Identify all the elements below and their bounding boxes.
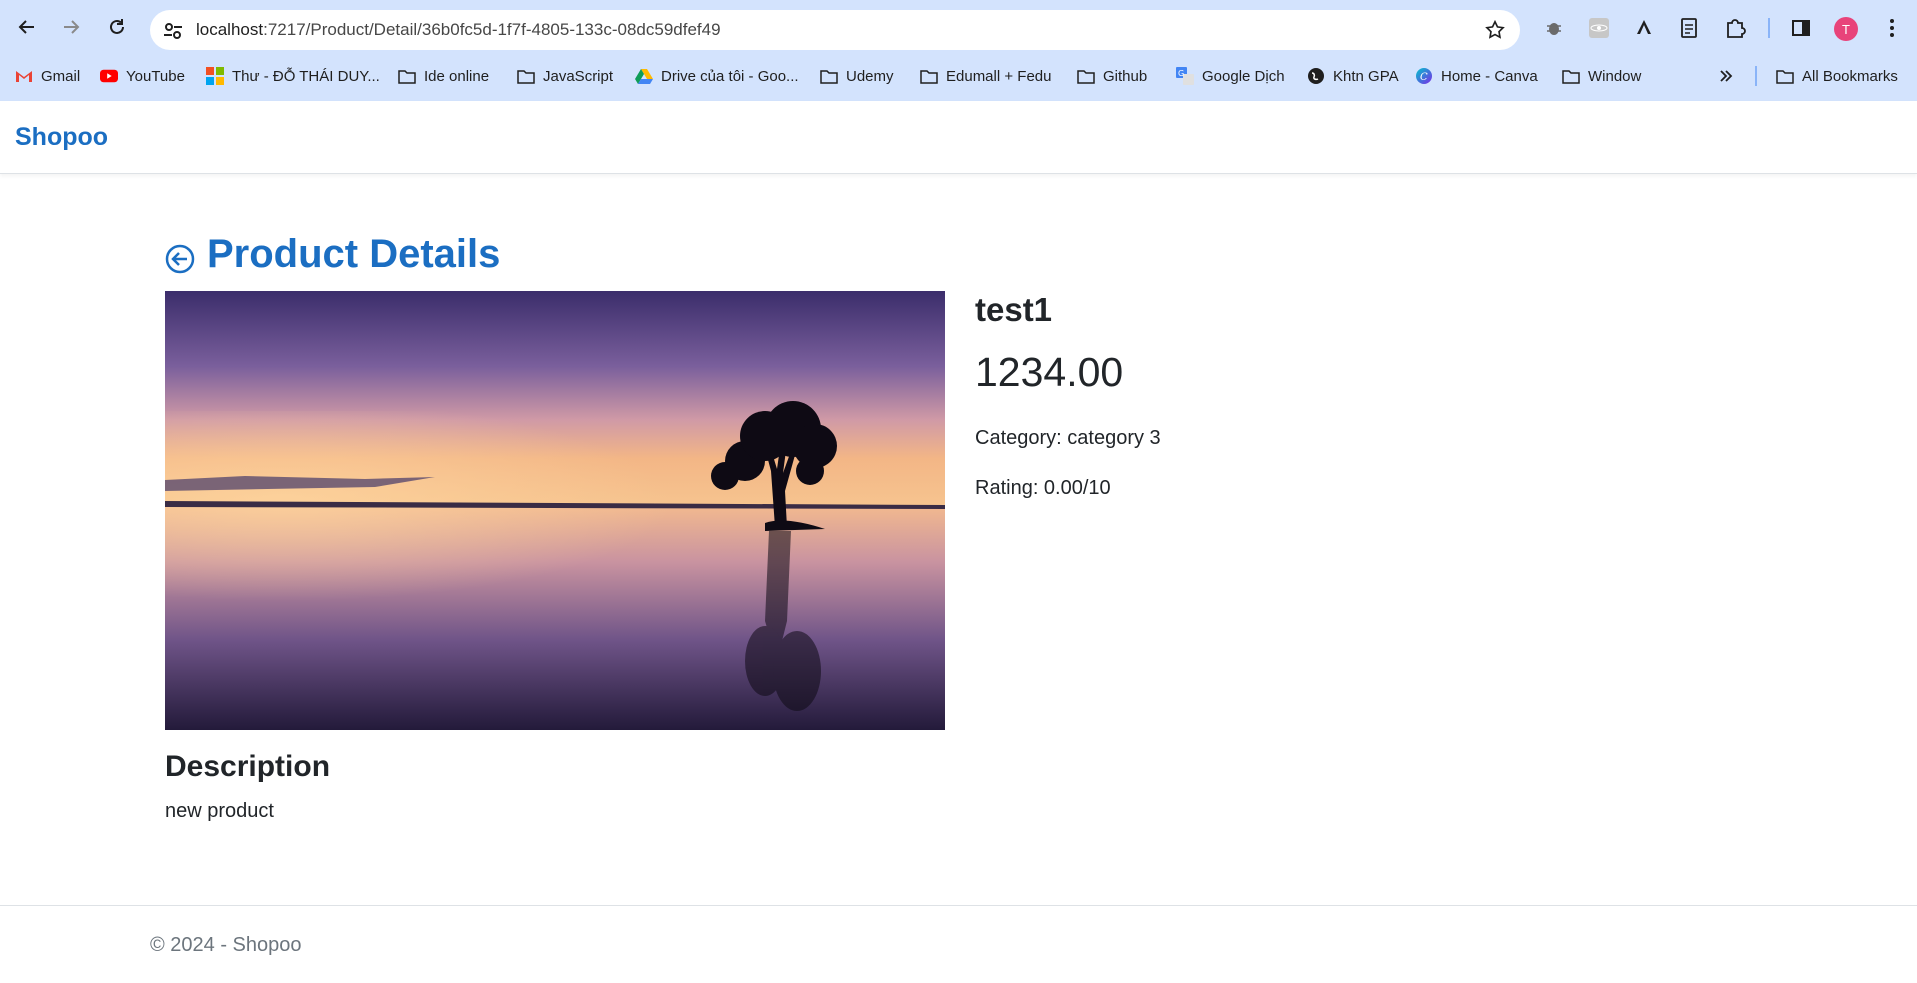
menu-kebab-icon[interactable]	[1880, 16, 1904, 40]
side-panel-icon[interactable]	[1789, 16, 1813, 40]
bookmark-label: Gmail	[41, 67, 81, 85]
footer: © 2024 - Shopoo	[0, 905, 1917, 983]
product-name: test1	[975, 291, 1053, 328]
bookmark-khtn-gpa[interactable]: Khtn GPA	[1307, 62, 1399, 90]
gmail-icon	[15, 67, 33, 85]
bookmark-label: Google Dịch	[1202, 67, 1285, 85]
svg-text:G: G	[1178, 69, 1184, 78]
profile-avatar[interactable]: T	[1834, 17, 1858, 41]
react-extension-icon[interactable]	[1587, 16, 1611, 40]
description-text: new product	[165, 800, 274, 822]
url-text[interactable]: localhost:7217/Product/Detail/36b0fc5d-1…	[196, 20, 721, 40]
folder-icon	[820, 67, 838, 85]
url-host: localhost	[196, 20, 264, 39]
bookmark-ide-online[interactable]: Ide online	[398, 62, 489, 90]
bookmark-github[interactable]: Github	[1077, 62, 1147, 90]
bookmark-label: Window	[1588, 67, 1642, 85]
folder-icon	[920, 67, 938, 85]
toolbar-divider	[1768, 18, 1770, 38]
folder-icon	[517, 67, 535, 85]
address-bar[interactable]: localhost:7217/Product/Detail/36b0fc5d-1…	[150, 10, 1520, 50]
more-bookmarks-chevron-icon[interactable]	[1718, 62, 1734, 90]
bookmark-label: YouTube	[126, 67, 185, 85]
bookmark-label: Thư - ĐỖ THÁI DUY...	[232, 67, 380, 85]
all-bookmarks[interactable]: All Bookmarks	[1776, 62, 1898, 90]
bookmark-google-translate[interactable]: G Google Dịch	[1176, 62, 1285, 90]
bookmark-gmail[interactable]: Gmail	[15, 62, 80, 90]
translate-icon: G	[1176, 67, 1194, 85]
bug-extension-icon[interactable]	[1542, 16, 1566, 40]
bookmark-label: Khtn GPA	[1333, 67, 1399, 85]
bookmark-label: Udemy	[846, 67, 894, 85]
bookmark-label: Drive của tôi - Goo...	[661, 67, 799, 85]
page-title: Product Details	[207, 232, 501, 276]
forward-icon[interactable]	[56, 12, 86, 42]
bookmark-star-icon[interactable]	[1484, 19, 1506, 46]
folder-icon	[1077, 67, 1095, 85]
product-category: Category: category 3	[975, 427, 1161, 449]
bookmark-udemy[interactable]: Udemy	[820, 62, 894, 90]
document-extension-icon[interactable]	[1677, 16, 1701, 40]
bookmark-edumall[interactable]: Edumall + Fedu	[920, 62, 1051, 90]
microsoft-icon	[206, 67, 224, 85]
footer-text: © 2024 - Shopoo	[150, 934, 302, 956]
site-navbar: Shopoo	[0, 101, 1917, 174]
youtube-icon	[100, 67, 118, 85]
canva-icon: C	[1415, 67, 1433, 85]
site-info-icon[interactable]	[162, 20, 184, 42]
product-price: 1234.00	[975, 349, 1124, 395]
url-path: :7217/Product/Detail/36b0fc5d-1f7f-4805-…	[263, 20, 721, 39]
description-heading: Description	[165, 750, 331, 783]
bookmark-outlook[interactable]: Thư - ĐỖ THÁI DUY...	[206, 62, 380, 90]
bookmark-label: Github	[1103, 67, 1148, 85]
bookmark-canva[interactable]: C Home - Canva	[1415, 62, 1538, 90]
bookmarks-divider	[1755, 66, 1757, 86]
brand-link[interactable]: Shopoo	[15, 123, 108, 152]
bookmark-javascript[interactable]: JavaScript	[517, 62, 613, 90]
folder-icon	[1776, 67, 1794, 85]
globe-icon	[1307, 67, 1325, 85]
back-icon[interactable]	[12, 12, 42, 42]
folder-icon	[398, 67, 416, 85]
back-arrow-icon[interactable]	[165, 244, 195, 274]
bookmark-label: Ide online	[424, 67, 490, 85]
extensions-puzzle-icon[interactable]	[1723, 16, 1747, 40]
bookmark-youtube[interactable]: YouTube	[100, 62, 185, 90]
bookmark-label: All Bookmarks	[1802, 67, 1898, 85]
reload-icon[interactable]	[102, 12, 132, 42]
browser-chrome: localhost:7217/Product/Detail/36b0fc5d-1…	[0, 0, 1917, 101]
bookmark-label: Edumall + Fedu	[946, 67, 1052, 85]
drive-icon	[635, 67, 653, 85]
folder-icon	[1562, 67, 1580, 85]
product-rating: Rating: 0.00/10	[975, 477, 1111, 499]
bookmarks-bar: Gmail YouTube Thư - ĐỖ THÁI DUY... Ide o…	[0, 62, 1917, 90]
bookmark-label: Home - Canva	[1441, 67, 1538, 85]
bookmark-window[interactable]: Window	[1562, 62, 1641, 90]
svg-text:C: C	[1420, 72, 1428, 83]
angular-extension-icon[interactable]	[1632, 16, 1656, 40]
bookmark-label: JavaScript	[543, 67, 614, 85]
product-image	[165, 291, 945, 730]
page-header: Product Details	[165, 232, 500, 277]
bookmark-drive[interactable]: Drive của tôi - Goo...	[635, 62, 799, 90]
